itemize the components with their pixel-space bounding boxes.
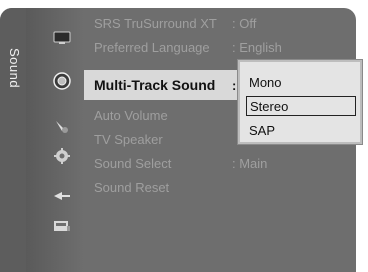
channel-icon[interactable] bbox=[52, 116, 72, 136]
sound-icon[interactable] bbox=[52, 71, 72, 91]
menu-item-value: : Off bbox=[232, 15, 257, 31]
option-sap[interactable]: SAP bbox=[246, 120, 356, 140]
menu-item-preferred-language[interactable]: Preferred Language : English bbox=[94, 36, 354, 58]
menu-item-value: : bbox=[232, 77, 237, 93]
multi-track-sound-options-popup: Mono Stereo SAP bbox=[238, 60, 362, 144]
input-icon[interactable] bbox=[52, 186, 72, 206]
menu-item-label: Sound Reset bbox=[94, 179, 170, 195]
menu-item-sound-reset[interactable]: Sound Reset bbox=[94, 176, 354, 198]
menu-item-label: TV Speaker bbox=[94, 131, 163, 147]
menu-item-label: Multi-Track Sound bbox=[94, 77, 216, 93]
icon-column bbox=[26, 8, 84, 272]
menu-item-label: SRS TruSurround XT bbox=[94, 15, 217, 31]
category-title: Sound bbox=[7, 48, 22, 89]
category-strip: Sound bbox=[0, 8, 26, 272]
setup-icon[interactable] bbox=[52, 146, 72, 166]
menu-item-label: Auto Volume bbox=[94, 107, 168, 123]
menu-item-value: : Main bbox=[232, 155, 268, 171]
menu-item-label: Sound Select bbox=[94, 155, 172, 171]
picture-icon[interactable] bbox=[52, 28, 72, 48]
option-stereo[interactable]: Stereo bbox=[246, 96, 356, 116]
menu-item-srs-trusurround[interactable]: SRS TruSurround XT : Off bbox=[94, 12, 354, 34]
menu-item-label: Preferred Language bbox=[94, 39, 210, 55]
option-mono[interactable]: Mono bbox=[246, 72, 356, 92]
menu-item-value: : English bbox=[232, 39, 282, 55]
application-icon[interactable] bbox=[52, 216, 72, 236]
menu-item-sound-select[interactable]: Sound Select : Main bbox=[94, 152, 354, 174]
